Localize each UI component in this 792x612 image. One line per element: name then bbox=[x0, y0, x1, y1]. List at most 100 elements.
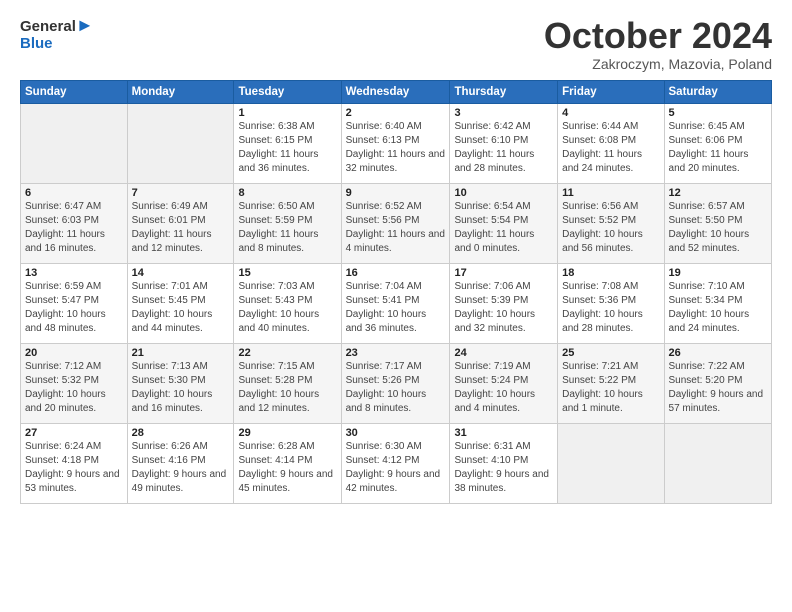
title-block: October 2024 Zakroczym, Mazovia, Poland bbox=[544, 16, 772, 72]
cell-w4-d7: 26Sunrise: 7:22 AM Sunset: 5:20 PM Dayli… bbox=[664, 343, 771, 423]
day-info: Sunrise: 6:59 AM Sunset: 5:47 PM Dayligh… bbox=[25, 280, 123, 336]
day-info: Sunrise: 7:04 AM Sunset: 5:41 PM Dayligh… bbox=[346, 280, 446, 336]
day-number: 31 bbox=[454, 427, 553, 439]
day-info: Sunrise: 7:01 AM Sunset: 5:45 PM Dayligh… bbox=[132, 280, 230, 336]
day-info: Sunrise: 6:30 AM Sunset: 4:12 PM Dayligh… bbox=[346, 440, 446, 496]
day-number: 18 bbox=[562, 267, 659, 279]
day-number: 10 bbox=[454, 187, 553, 199]
cell-w3-d7: 19Sunrise: 7:10 AM Sunset: 5:34 PM Dayli… bbox=[664, 263, 771, 343]
day-info: Sunrise: 6:24 AM Sunset: 4:18 PM Dayligh… bbox=[25, 440, 123, 496]
col-saturday: Saturday bbox=[664, 80, 771, 103]
cell-w4-d3: 22Sunrise: 7:15 AM Sunset: 5:28 PM Dayli… bbox=[234, 343, 341, 423]
col-wednesday: Wednesday bbox=[341, 80, 450, 103]
day-number: 5 bbox=[669, 107, 767, 119]
day-info: Sunrise: 6:31 AM Sunset: 4:10 PM Dayligh… bbox=[454, 440, 553, 496]
day-number: 15 bbox=[238, 267, 336, 279]
cell-w5-d7 bbox=[664, 423, 771, 503]
col-monday: Monday bbox=[127, 80, 234, 103]
day-info: Sunrise: 7:10 AM Sunset: 5:34 PM Dayligh… bbox=[669, 280, 767, 336]
day-info: Sunrise: 6:38 AM Sunset: 6:15 PM Dayligh… bbox=[238, 120, 336, 176]
day-number: 14 bbox=[132, 267, 230, 279]
day-info: Sunrise: 7:21 AM Sunset: 5:22 PM Dayligh… bbox=[562, 360, 659, 416]
day-info: Sunrise: 7:08 AM Sunset: 5:36 PM Dayligh… bbox=[562, 280, 659, 336]
day-number: 9 bbox=[346, 187, 446, 199]
day-info: Sunrise: 7:19 AM Sunset: 5:24 PM Dayligh… bbox=[454, 360, 553, 416]
cell-w5-d2: 28Sunrise: 6:26 AM Sunset: 4:16 PM Dayli… bbox=[127, 423, 234, 503]
day-info: Sunrise: 6:57 AM Sunset: 5:50 PM Dayligh… bbox=[669, 200, 767, 256]
cell-w3-d1: 13Sunrise: 6:59 AM Sunset: 5:47 PM Dayli… bbox=[21, 263, 128, 343]
day-info: Sunrise: 6:56 AM Sunset: 5:52 PM Dayligh… bbox=[562, 200, 659, 256]
logo-blue: Blue bbox=[20, 36, 94, 53]
cell-w1-d6: 4Sunrise: 6:44 AM Sunset: 6:08 PM Daylig… bbox=[558, 103, 664, 183]
cell-w1-d5: 3Sunrise: 6:42 AM Sunset: 6:10 PM Daylig… bbox=[450, 103, 558, 183]
day-number: 2 bbox=[346, 107, 446, 119]
col-tuesday: Tuesday bbox=[234, 80, 341, 103]
day-number: 25 bbox=[562, 347, 659, 359]
day-info: Sunrise: 7:22 AM Sunset: 5:20 PM Dayligh… bbox=[669, 360, 767, 416]
header: General► Blue October 2024 Zakroczym, Ma… bbox=[20, 16, 772, 72]
day-number: 20 bbox=[25, 347, 123, 359]
day-info: Sunrise: 6:40 AM Sunset: 6:13 PM Dayligh… bbox=[346, 120, 446, 176]
week-row-4: 20Sunrise: 7:12 AM Sunset: 5:32 PM Dayli… bbox=[21, 343, 772, 423]
logo-general: General► bbox=[20, 16, 94, 36]
calendar-header-row: Sunday Monday Tuesday Wednesday Thursday… bbox=[21, 80, 772, 103]
day-number: 24 bbox=[454, 347, 553, 359]
col-thursday: Thursday bbox=[450, 80, 558, 103]
day-number: 29 bbox=[238, 427, 336, 439]
day-number: 11 bbox=[562, 187, 659, 199]
day-number: 21 bbox=[132, 347, 230, 359]
day-info: Sunrise: 7:13 AM Sunset: 5:30 PM Dayligh… bbox=[132, 360, 230, 416]
day-number: 19 bbox=[669, 267, 767, 279]
day-info: Sunrise: 6:49 AM Sunset: 6:01 PM Dayligh… bbox=[132, 200, 230, 256]
day-number: 6 bbox=[25, 187, 123, 199]
cell-w4-d6: 25Sunrise: 7:21 AM Sunset: 5:22 PM Dayli… bbox=[558, 343, 664, 423]
day-number: 7 bbox=[132, 187, 230, 199]
cell-w2-d2: 7Sunrise: 6:49 AM Sunset: 6:01 PM Daylig… bbox=[127, 183, 234, 263]
week-row-2: 6Sunrise: 6:47 AM Sunset: 6:03 PM Daylig… bbox=[21, 183, 772, 263]
day-info: Sunrise: 6:42 AM Sunset: 6:10 PM Dayligh… bbox=[454, 120, 553, 176]
col-sunday: Sunday bbox=[21, 80, 128, 103]
day-info: Sunrise: 6:28 AM Sunset: 4:14 PM Dayligh… bbox=[238, 440, 336, 496]
cell-w2-d1: 6Sunrise: 6:47 AM Sunset: 6:03 PM Daylig… bbox=[21, 183, 128, 263]
cell-w5-d6 bbox=[558, 423, 664, 503]
cell-w1-d7: 5Sunrise: 6:45 AM Sunset: 6:06 PM Daylig… bbox=[664, 103, 771, 183]
logo: General► Blue bbox=[20, 16, 94, 52]
day-number: 17 bbox=[454, 267, 553, 279]
week-row-3: 13Sunrise: 6:59 AM Sunset: 5:47 PM Dayli… bbox=[21, 263, 772, 343]
day-number: 30 bbox=[346, 427, 446, 439]
day-number: 1 bbox=[238, 107, 336, 119]
cell-w2-d3: 8Sunrise: 6:50 AM Sunset: 5:59 PM Daylig… bbox=[234, 183, 341, 263]
cell-w4-d4: 23Sunrise: 7:17 AM Sunset: 5:26 PM Dayli… bbox=[341, 343, 450, 423]
day-info: Sunrise: 6:47 AM Sunset: 6:03 PM Dayligh… bbox=[25, 200, 123, 256]
cell-w1-d3: 1Sunrise: 6:38 AM Sunset: 6:15 PM Daylig… bbox=[234, 103, 341, 183]
cell-w2-d6: 11Sunrise: 6:56 AM Sunset: 5:52 PM Dayli… bbox=[558, 183, 664, 263]
location-subtitle: Zakroczym, Mazovia, Poland bbox=[544, 56, 772, 72]
cell-w3-d6: 18Sunrise: 7:08 AM Sunset: 5:36 PM Dayli… bbox=[558, 263, 664, 343]
day-info: Sunrise: 6:50 AM Sunset: 5:59 PM Dayligh… bbox=[238, 200, 336, 256]
cell-w2-d7: 12Sunrise: 6:57 AM Sunset: 5:50 PM Dayli… bbox=[664, 183, 771, 263]
week-row-1: 1Sunrise: 6:38 AM Sunset: 6:15 PM Daylig… bbox=[21, 103, 772, 183]
day-number: 13 bbox=[25, 267, 123, 279]
cell-w3-d3: 15Sunrise: 7:03 AM Sunset: 5:43 PM Dayli… bbox=[234, 263, 341, 343]
cell-w2-d4: 9Sunrise: 6:52 AM Sunset: 5:56 PM Daylig… bbox=[341, 183, 450, 263]
month-title: October 2024 bbox=[544, 16, 772, 56]
day-number: 8 bbox=[238, 187, 336, 199]
cell-w5-d3: 29Sunrise: 6:28 AM Sunset: 4:14 PM Dayli… bbox=[234, 423, 341, 503]
day-number: 27 bbox=[25, 427, 123, 439]
day-info: Sunrise: 7:15 AM Sunset: 5:28 PM Dayligh… bbox=[238, 360, 336, 416]
cell-w2-d5: 10Sunrise: 6:54 AM Sunset: 5:54 PM Dayli… bbox=[450, 183, 558, 263]
cell-w4-d5: 24Sunrise: 7:19 AM Sunset: 5:24 PM Dayli… bbox=[450, 343, 558, 423]
day-info: Sunrise: 6:52 AM Sunset: 5:56 PM Dayligh… bbox=[346, 200, 446, 256]
cell-w5-d1: 27Sunrise: 6:24 AM Sunset: 4:18 PM Dayli… bbox=[21, 423, 128, 503]
col-friday: Friday bbox=[558, 80, 664, 103]
week-row-5: 27Sunrise: 6:24 AM Sunset: 4:18 PM Dayli… bbox=[21, 423, 772, 503]
day-number: 22 bbox=[238, 347, 336, 359]
day-number: 3 bbox=[454, 107, 553, 119]
day-number: 28 bbox=[132, 427, 230, 439]
cell-w4-d1: 20Sunrise: 7:12 AM Sunset: 5:32 PM Dayli… bbox=[21, 343, 128, 423]
page: General► Blue October 2024 Zakroczym, Ma… bbox=[0, 0, 792, 612]
day-info: Sunrise: 6:26 AM Sunset: 4:16 PM Dayligh… bbox=[132, 440, 230, 496]
day-number: 26 bbox=[669, 347, 767, 359]
day-info: Sunrise: 7:12 AM Sunset: 5:32 PM Dayligh… bbox=[25, 360, 123, 416]
cell-w1-d1 bbox=[21, 103, 128, 183]
